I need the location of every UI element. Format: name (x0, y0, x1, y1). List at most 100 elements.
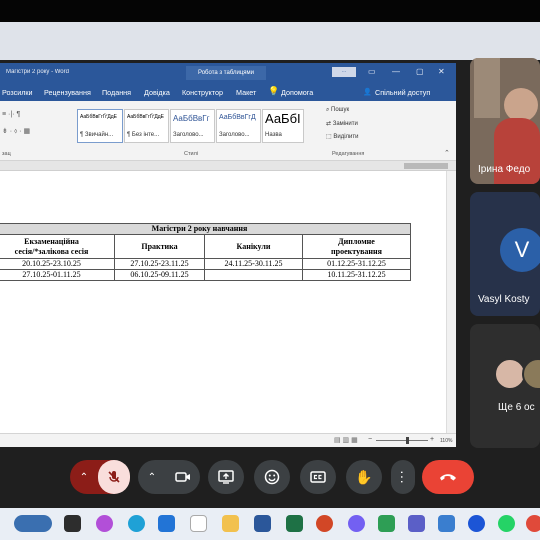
avatar (522, 358, 540, 390)
excel-icon[interactable] (286, 515, 303, 532)
find-button[interactable]: ⌕ Пошук (326, 107, 349, 114)
chevron-up-icon[interactable]: ⌃ (70, 472, 98, 483)
zoom-level: 110% (440, 438, 453, 444)
edge-icon[interactable] (128, 515, 145, 532)
camera-icon[interactable] (166, 471, 200, 483)
more-options-button[interactable]: ··· (391, 460, 415, 494)
word-icon[interactable] (254, 515, 271, 532)
smile-icon (264, 469, 280, 485)
minimize-icon[interactable]: — (392, 67, 400, 77)
raise-hand-button[interactable]: ✋ (346, 460, 382, 494)
table-tools-title: Робота з таблицями (186, 66, 266, 80)
viber-icon[interactable] (348, 515, 365, 532)
leave-call-button[interactable] (422, 460, 474, 494)
select-button[interactable]: ⬚ Виділити (326, 133, 358, 140)
view-mode-icons[interactable]: ▤ ▥ ▦ (334, 436, 358, 444)
document-page: Магістри 2 року навчання Екзаменаційна се… (0, 171, 446, 433)
more-vert-icon: ··· (395, 470, 411, 484)
table-row: 27.10.25-01.11.25 06.10.25-09.11.25 10.1… (0, 269, 411, 281)
tab-mailings[interactable]: Розсилки (2, 88, 33, 97)
group-editing-label: Редагування (332, 151, 365, 157)
ribbon: ≡ ·|· ¶ ⇟ · ⬨ · ▦ зац АаБбВвГгҐґДдЕ ¶ Зви… (0, 101, 456, 161)
present-icon (218, 470, 234, 484)
present-screen-button[interactable] (208, 460, 244, 494)
tab-review[interactable]: Рецензування (44, 88, 91, 97)
copilot-icon[interactable] (96, 515, 113, 532)
tab-layout[interactable]: Макет (236, 88, 256, 97)
zoom-in-icon[interactable]: + (430, 436, 434, 443)
tab-view[interactable]: Подання (102, 88, 131, 97)
microphone-button[interactable]: ⌃ (70, 460, 130, 494)
more-participants-tile[interactable]: Ще 6 ос (470, 324, 540, 448)
cell-holidays (204, 269, 303, 281)
notepad-icon[interactable] (190, 515, 207, 532)
participant-face (504, 88, 538, 122)
zoom-out-icon[interactable]: − (368, 436, 372, 443)
ribbon-display-icon[interactable]: ▭ (368, 67, 376, 77)
settings-icon[interactable] (438, 515, 455, 532)
more-participants-label: Ще 6 ос (498, 402, 535, 413)
replace-button[interactable]: ⇄ Замінити (326, 120, 358, 127)
cell-holidays: 24.11.25-30.11.25 (204, 258, 303, 270)
share-button[interactable]: Спільний доступ (375, 88, 430, 97)
table-row: 20.10.25-23.10.25 27.10.25-23.11.25 24.1… (0, 258, 411, 270)
close-icon[interactable]: ✕ (438, 67, 445, 77)
powerpoint-icon[interactable] (316, 515, 333, 532)
windows-taskbar (0, 508, 540, 540)
whatsapp-icon[interactable] (498, 515, 515, 532)
document-title: Магістри 2 року - Word (6, 69, 69, 75)
photos-icon[interactable] (378, 515, 395, 532)
camera-button[interactable]: ⌃ (138, 460, 200, 494)
hand-icon: ✋ (355, 468, 373, 485)
style-heading-1[interactable]: АаБбВвГг Заголово... (170, 109, 215, 143)
chevron-up-icon[interactable]: ⌃ (138, 472, 166, 483)
task-view-icon[interactable] (64, 515, 81, 532)
app-icon[interactable] (468, 515, 485, 532)
chrome-icon[interactable] (526, 515, 540, 532)
style-title[interactable]: АаБбІ Назва (262, 109, 304, 143)
style-no-spacing[interactable]: АаБбВвГгҐґДдЕ ¶ Без інте... (124, 109, 169, 143)
captions-button[interactable] (300, 460, 336, 494)
style-normal[interactable]: АаБбВвГгҐґДдЕ ¶ Звичайн... (77, 109, 123, 143)
store-icon[interactable] (158, 515, 175, 532)
style-heading-2[interactable]: АаБбВвГгД Заголово... (216, 109, 261, 143)
collapse-ribbon-icon[interactable]: ⌃ (444, 149, 450, 157)
shared-word-window: Магістри 2 року - Word Робота з таблицям… (0, 63, 456, 447)
cell-diploma: 01.12.25-31.12.25 (302, 258, 411, 270)
header-exam: Екзаменаційна сесія/*залікова сесія (0, 234, 115, 259)
sign-in-button[interactable]: ··· (332, 67, 356, 77)
ribbon-tabs: Розсилки Рецензування Подання Довідка Ко… (0, 83, 456, 101)
table-title: Магістри 2 року навчання (0, 223, 411, 235)
maximize-icon[interactable]: ▢ (416, 67, 424, 77)
file-explorer-icon[interactable] (222, 515, 239, 532)
share-icon: 👤 (363, 89, 372, 96)
table-title-row: Магістри 2 року навчання (0, 223, 411, 235)
cell-exam: 27.10.25-01.11.25 (0, 269, 115, 281)
participant-tile-vasyl[interactable]: V Vasyl Kosty (470, 192, 540, 316)
schedule-table: Магістри 2 року навчання Екзаменаційна се… (0, 223, 411, 281)
mic-off-icon[interactable] (98, 460, 130, 494)
ruler-margin (404, 163, 448, 169)
top-strip (0, 0, 540, 22)
participant-tile-irina[interactable]: Ірина Федо (470, 58, 540, 184)
weather-widget-icon[interactable] (14, 515, 52, 532)
word-titlebar: Магістри 2 року - Word Робота з таблицям… (0, 63, 456, 83)
participant-name: Vasyl Kosty (478, 294, 530, 305)
tab-design[interactable]: Конструктор (182, 88, 223, 97)
cell-practice: 27.10.25-23.11.25 (114, 258, 205, 270)
end-call-icon (440, 474, 456, 481)
zoom-slider-thumb[interactable] (406, 437, 409, 444)
paragraph-controls[interactable]: ≡ ·|· ¶ (2, 111, 20, 118)
group-paragraph-label: зац (2, 151, 11, 157)
reactions-button[interactable] (254, 460, 290, 494)
tab-help[interactable]: Довідка (144, 88, 170, 97)
shading-border-controls[interactable]: ⇟ · ⬨ · ▦ (2, 127, 30, 136)
captions-icon (310, 471, 326, 483)
vertical-scrollbar[interactable] (446, 171, 456, 433)
tell-me-help[interactable]: Допомога (281, 88, 313, 97)
cell-exam: 20.10.25-23.10.25 (0, 258, 115, 270)
table-header-row: Екзаменаційна сесія/*залікова сесія Практ… (0, 234, 411, 259)
zoom-slider[interactable] (376, 440, 428, 441)
teams-icon[interactable] (408, 515, 425, 532)
lightbulb-icon: 💡 (268, 86, 280, 96)
